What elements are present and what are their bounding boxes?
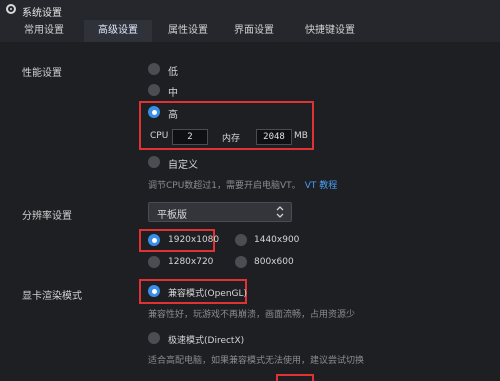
- res-1920-label: 1920x1080: [168, 235, 220, 245]
- vt-hint-text: 调节CPU数超过1，需要开启电脑VT。: [148, 181, 301, 191]
- vt-hint: 调节CPU数超过1，需要开启电脑VT。 VT 教程: [148, 178, 337, 191]
- res-800-radio[interactable]: [235, 256, 247, 268]
- tab-general[interactable]: 常用设置: [12, 20, 76, 42]
- cpu-input[interactable]: 2: [172, 129, 208, 145]
- perf-high-radio[interactable]: [148, 106, 160, 118]
- tab-bar: 常用设置 高级设置 属性设置 界面设置 快捷键设置: [0, 20, 500, 42]
- compat-mode-label: 兼容模式(OpenGL): [168, 289, 248, 299]
- speed-mode-radio[interactable]: [148, 332, 160, 344]
- res-1440-radio[interactable]: [235, 234, 247, 246]
- perf-custom-label: 自定义: [168, 160, 198, 171]
- res-1280-radio[interactable]: [148, 256, 160, 268]
- window-title: 系统设置: [22, 8, 62, 19]
- resolution-label: 分辨率设置: [22, 211, 72, 222]
- speed-hint: 适合高配电脑，如果兼容模式无法使用，建议尝试切换: [148, 356, 365, 366]
- cpu-label: CPU: [150, 131, 169, 141]
- perf-mid-label: 中: [168, 88, 178, 99]
- res-1920-radio[interactable]: [148, 234, 160, 246]
- performance-label: 性能设置: [22, 68, 62, 79]
- compat-mode-radio[interactable]: [148, 285, 160, 297]
- res-1440-label: 1440x900: [254, 235, 300, 245]
- perf-mid-radio[interactable]: [148, 84, 160, 96]
- memory-label: 内存: [222, 134, 241, 144]
- render-label: 显卡渲染模式: [22, 291, 82, 302]
- compat-hint: 兼容性好，玩游戏不再崩溃，画面流畅，占用资源少: [148, 310, 356, 320]
- res-800-label: 800x600: [254, 257, 294, 267]
- tab-interface[interactable]: 界面设置: [222, 20, 286, 42]
- perf-custom-radio[interactable]: [148, 156, 160, 168]
- tab-properties[interactable]: 属性设置: [156, 20, 220, 42]
- chevron-updown-icon: [276, 206, 284, 218]
- title-bar: 系统设置: [0, 0, 500, 20]
- vt-tutorial-link[interactable]: VT 教程: [305, 181, 338, 191]
- resolution-dropdown[interactable]: 平板版: [148, 202, 292, 222]
- gear-icon: [6, 4, 16, 14]
- perf-low-label: 低: [168, 67, 178, 78]
- speed-mode-label: 极速模式(DirectX): [168, 336, 245, 346]
- memory-unit: MB: [294, 131, 308, 141]
- memory-input[interactable]: 2048: [256, 129, 292, 145]
- tab-advanced[interactable]: 高级设置: [84, 20, 152, 42]
- perf-high-label: 高: [168, 110, 178, 121]
- bottom-highlight: [276, 374, 314, 381]
- resolution-selected: 平板版: [157, 210, 187, 221]
- res-1280-label: 1280x720: [168, 257, 214, 267]
- tab-shortcuts[interactable]: 快捷键设置: [292, 20, 368, 42]
- perf-low-radio[interactable]: [148, 63, 160, 75]
